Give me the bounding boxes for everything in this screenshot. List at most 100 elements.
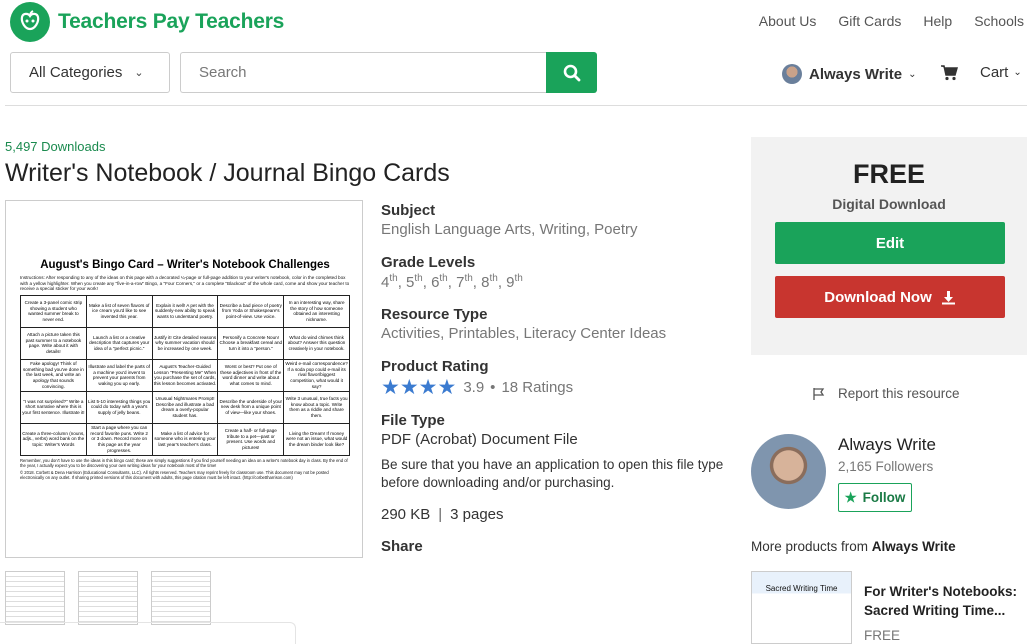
download-now-button[interactable]: Download Now [775, 276, 1005, 318]
more-product-thumbnail[interactable]: Sacred Writing Time [751, 571, 852, 644]
rating-stars[interactable]: ★ ★ ★ ★ 3.9 • 18 Ratings [381, 377, 573, 398]
report-resource-link[interactable]: Report this resource [812, 386, 960, 401]
nav-about-us[interactable]: About Us [759, 13, 817, 29]
brand-name: Teachers Pay Teachers [58, 10, 285, 33]
preview-thumbnail[interactable] [78, 571, 138, 625]
bingo-cell: In an interesting way, share the story o… [283, 294, 350, 328]
file-size: 290 KB [381, 506, 431, 523]
more-products-heading: More products from Always Write [751, 539, 956, 554]
price: FREE [852, 159, 925, 189]
star-icon: ★ [437, 376, 457, 399]
search-button[interactable] [546, 52, 597, 93]
bingo-grid: Create a 3-panel comic strip showing a s… [20, 294, 350, 456]
flag-icon [813, 387, 825, 400]
bingo-cell: Unusual Nightmares Prompt! Describe and … [151, 390, 219, 424]
bingo-cell: "I was not surprised?" Write a short nar… [20, 390, 87, 424]
user-name: Always Write [809, 65, 903, 83]
download-type: Digital Download [832, 196, 946, 212]
file-type-block: File Type PDF (Acrobat) Document File Be… [381, 412, 741, 492]
bingo-cell: Living the Dream! If money were not an i… [283, 422, 350, 456]
page-count: 3 pages [450, 506, 504, 523]
more-product-title[interactable]: For Writer's Notebooks: Sacred Writing T… [864, 582, 1024, 620]
chevron-down-icon: ⌄ [1013, 67, 1022, 78]
tpt-logo[interactable]: Teachers Pay Teachers [10, 2, 284, 42]
rating-count[interactable]: 18 Ratings [501, 379, 573, 396]
subject-block: Subject English Language Arts, Writing, … [381, 202, 638, 238]
more-product-thumb-title: Sacred Writing Time [765, 584, 838, 593]
bingo-cell: What do wind chimes think about? Answer … [283, 326, 350, 360]
seller-avatar[interactable] [751, 434, 826, 509]
star-icon: ★ [844, 489, 857, 505]
resource-type-block: Resource Type Activities, Printables, Li… [381, 306, 666, 342]
user-avatar [782, 64, 802, 84]
bingo-cell: Launch a list or a creative description … [85, 326, 153, 360]
preview-doc-title: August's Bingo Card – Writer's Notebook … [40, 259, 330, 271]
separator-dot: • [490, 379, 496, 396]
rating-label: Product Rating [381, 358, 489, 375]
star-icon: ★ [399, 376, 419, 399]
file-size-block: 290 KB | 3 pages [381, 506, 504, 523]
download-count: 5,497 Downloads [5, 139, 106, 154]
preview-document: August's Bingo Card – Writer's Notebook … [20, 259, 350, 481]
top-nav: About Us Gift Cards Help Schools [737, 13, 1024, 29]
seller-name[interactable]: Always Write [838, 435, 936, 455]
grade-suffix: th [514, 273, 523, 284]
download-now-label: Download Now [824, 288, 932, 306]
cart-icon [941, 64, 958, 80]
rating-value: 3.9 [463, 379, 485, 396]
edit-button[interactable]: Edit [775, 222, 1005, 264]
bingo-cell: Explain it well! A pet with the suddenly… [151, 294, 219, 328]
header-divider [5, 105, 1027, 106]
bingo-cell: Attach a picture taken this past summer … [20, 326, 87, 360]
user-menu[interactable]: Always Write ⌄ [782, 64, 916, 84]
nav-help[interactable]: Help [923, 13, 952, 29]
bingo-cell: Justify it! Cite detailed reasons why su… [151, 326, 219, 360]
bingo-cell: Create a half- or full-page tribute to a… [217, 422, 285, 456]
bingo-cell: Worst or best? Put one of these adjectiv… [217, 358, 285, 392]
more-products-seller[interactable]: Always Write [872, 539, 956, 554]
nav-gift-cards[interactable]: Gift Cards [838, 13, 901, 29]
file-type-label: File Type [381, 412, 445, 429]
bingo-cell: August's Teacher-Guided Lesson "Presenti… [151, 358, 219, 392]
share-label: Share [381, 538, 423, 555]
cart-menu[interactable]: Cart ⌄ [940, 64, 1022, 81]
download-icon [941, 290, 955, 304]
category-select[interactable]: All Categories ⌄ [10, 52, 170, 93]
cart-label: Cart [980, 64, 1009, 81]
bingo-cell: Describe the underside of your new desk … [217, 390, 285, 424]
bingo-cell: Fake apology! Think of something bad you… [20, 358, 87, 392]
star-icon: ★ [381, 376, 400, 399]
preview-doc-copyright: © 2018. Corbett & Dena Harrison (Educati… [20, 470, 329, 481]
seller-followers: 2,165 Followers [838, 459, 934, 474]
follow-button[interactable]: ★ Follow [838, 483, 912, 512]
subject-value[interactable]: English Language Arts, Writing, Poetry [381, 221, 638, 238]
preview-doc-note: Remember, you don't have to use the idea… [20, 457, 348, 468]
resource-type-value[interactable]: Activities, Printables, Literacy Center … [381, 325, 666, 342]
grade-suffix: th [414, 273, 423, 284]
subject-label: Subject [381, 202, 436, 219]
grade-label: Grade Levels [381, 254, 476, 271]
separator: | [438, 506, 443, 523]
product-preview-image[interactable]: August's Bingo Card – Writer's Notebook … [5, 200, 363, 558]
bingo-cell: Start a page where you can record favori… [85, 422, 153, 456]
preview-thumbnail[interactable] [151, 571, 211, 625]
chevron-down-icon: ⌄ [134, 67, 144, 79]
thumbnail-strip-border [0, 622, 296, 644]
grade-values[interactable]: 4th, 5th, 6th, 7th, 8th, 9th [381, 273, 523, 291]
bingo-cell: Describe a bad piece of poetry from Yoda… [217, 294, 285, 328]
bingo-cell: Write 3 unusual, true facts you know abo… [283, 390, 350, 424]
preview-thumbnail[interactable] [5, 571, 65, 625]
file-type-note: Be sure that you have an application to … [381, 457, 724, 490]
grade-suffix: th [489, 273, 498, 284]
search-input[interactable] [180, 52, 547, 93]
rating-block: Product Rating ★ ★ ★ ★ 3.9 • 18 Ratings [381, 358, 573, 398]
star-icon: ★ [418, 376, 438, 399]
bingo-cell: Weird e-mail correspondence? If a soda p… [283, 358, 350, 392]
chevron-down-icon: ⌄ [908, 68, 917, 80]
preview-doc-intro: Instructions: After responding to any of… [20, 275, 350, 292]
search-icon [563, 64, 580, 81]
nav-schools[interactable]: Schools [974, 13, 1024, 29]
category-select-label: All Categories [29, 64, 123, 81]
preview-thumbnails [5, 571, 211, 625]
product-title: Writer's Notebook / Journal Bingo Cards [5, 159, 450, 187]
